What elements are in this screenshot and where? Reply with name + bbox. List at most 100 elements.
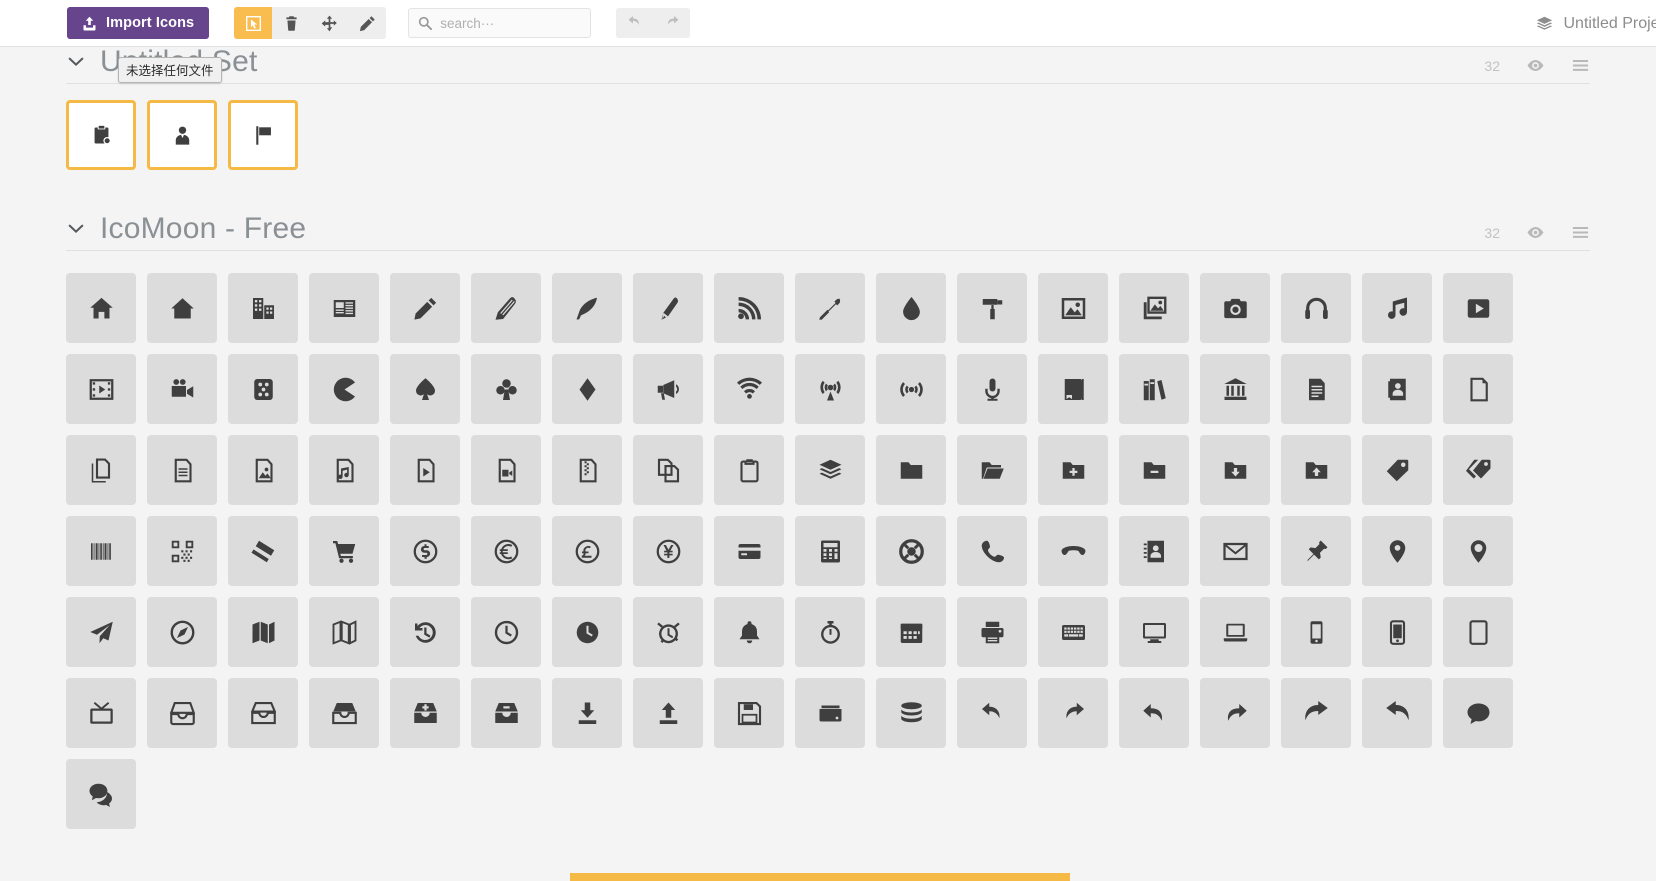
- icon-cell[interactable]: [633, 273, 703, 343]
- move-tool-button[interactable]: [310, 7, 349, 39]
- chevron-down-icon[interactable]: [66, 51, 86, 71]
- eye-icon[interactable]: [1526, 223, 1545, 242]
- icon-cell[interactable]: [1119, 273, 1189, 343]
- icon-cell[interactable]: [390, 354, 460, 424]
- search-box[interactable]: [408, 8, 592, 38]
- icon-cell[interactable]: [471, 273, 541, 343]
- icon-cell[interactable]: [957, 597, 1027, 667]
- icon-cell[interactable]: [714, 516, 784, 586]
- search-input[interactable]: [440, 15, 581, 31]
- icon-cell[interactable]: [1281, 597, 1351, 667]
- icon-cell[interactable]: [957, 678, 1027, 748]
- icon-cell[interactable]: [390, 597, 460, 667]
- icon-cell[interactable]: [1443, 678, 1513, 748]
- icon-cell[interactable]: [66, 354, 136, 424]
- icon-cell[interactable]: [309, 435, 379, 505]
- icon-cell[interactable]: [552, 435, 622, 505]
- icon-cell[interactable]: [147, 354, 217, 424]
- icon-cell[interactable]: [1200, 435, 1270, 505]
- selection-progress-bar[interactable]: [570, 873, 1070, 881]
- icon-cell[interactable]: [390, 678, 460, 748]
- icon-cell[interactable]: [1281, 354, 1351, 424]
- icon-cell[interactable]: [228, 516, 298, 586]
- icon-cell[interactable]: [1362, 516, 1432, 586]
- import-icons-button[interactable]: Import Icons: [67, 7, 210, 39]
- undo-button[interactable]: [616, 8, 654, 38]
- icon-cell[interactable]: [633, 435, 703, 505]
- icon-cell[interactable]: [714, 678, 784, 748]
- icon-cell[interactable]: [66, 100, 136, 170]
- icon-cell[interactable]: [1200, 516, 1270, 586]
- icon-cell[interactable]: [633, 354, 703, 424]
- icon-cell[interactable]: [390, 516, 460, 586]
- icon-cell[interactable]: [66, 759, 136, 829]
- icon-cell[interactable]: [714, 597, 784, 667]
- icon-cell[interactable]: [552, 516, 622, 586]
- icon-cell[interactable]: [1200, 678, 1270, 748]
- icon-cell[interactable]: [1200, 273, 1270, 343]
- icon-cell[interactable]: [1443, 597, 1513, 667]
- icon-cell[interactable]: [1362, 435, 1432, 505]
- icon-cell[interactable]: [633, 678, 703, 748]
- select-tool-button[interactable]: [234, 7, 273, 39]
- icon-cell[interactable]: [147, 435, 217, 505]
- icon-cell[interactable]: [795, 354, 865, 424]
- icon-cell[interactable]: [714, 354, 784, 424]
- icon-cell[interactable]: [1281, 516, 1351, 586]
- icon-cell[interactable]: [228, 597, 298, 667]
- icon-cell[interactable]: [147, 273, 217, 343]
- icon-cell[interactable]: [1119, 678, 1189, 748]
- icon-cell[interactable]: [552, 678, 622, 748]
- icon-cell[interactable]: [714, 273, 784, 343]
- icon-cell[interactable]: [876, 597, 946, 667]
- icon-cell[interactable]: [471, 516, 541, 586]
- icon-cell[interactable]: [957, 354, 1027, 424]
- icon-cell[interactable]: [147, 597, 217, 667]
- icon-cell[interactable]: [1119, 354, 1189, 424]
- icon-cell[interactable]: [471, 597, 541, 667]
- icon-cell[interactable]: [390, 435, 460, 505]
- icon-cell[interactable]: [228, 678, 298, 748]
- icon-cell[interactable]: [1362, 678, 1432, 748]
- icon-cell[interactable]: [66, 597, 136, 667]
- hamburger-menu-icon[interactable]: [1571, 56, 1590, 75]
- icon-cell[interactable]: [876, 678, 946, 748]
- icon-cell[interactable]: [66, 273, 136, 343]
- icon-cell[interactable]: [1119, 597, 1189, 667]
- icon-cell[interactable]: [1038, 516, 1108, 586]
- icon-cell[interactable]: [309, 516, 379, 586]
- eye-icon[interactable]: [1526, 56, 1545, 75]
- delete-tool-button[interactable]: [272, 7, 311, 39]
- icon-cell[interactable]: [1281, 273, 1351, 343]
- icon-cell[interactable]: [1443, 273, 1513, 343]
- hamburger-menu-icon[interactable]: [1571, 223, 1590, 242]
- icon-cell[interactable]: [552, 354, 622, 424]
- icon-cell[interactable]: [795, 273, 865, 343]
- icon-cell[interactable]: [1443, 354, 1513, 424]
- icon-cell[interactable]: [1281, 435, 1351, 505]
- icon-cell[interactable]: [471, 678, 541, 748]
- icon-cell[interactable]: [1119, 435, 1189, 505]
- icon-cell[interactable]: [957, 516, 1027, 586]
- icon-cell[interactable]: [876, 354, 946, 424]
- icon-cell[interactable]: [957, 435, 1027, 505]
- icon-cell[interactable]: [795, 678, 865, 748]
- redo-button[interactable]: [653, 8, 691, 38]
- icon-cell[interactable]: [471, 354, 541, 424]
- icon-cell[interactable]: [1200, 354, 1270, 424]
- icon-cell[interactable]: [795, 597, 865, 667]
- icon-cell[interactable]: [1038, 435, 1108, 505]
- icon-cell[interactable]: [228, 354, 298, 424]
- icon-cell[interactable]: [471, 435, 541, 505]
- icon-cell[interactable]: [795, 516, 865, 586]
- icon-cell[interactable]: [1038, 354, 1108, 424]
- icon-cell[interactable]: [309, 273, 379, 343]
- chevron-down-icon[interactable]: [66, 218, 86, 238]
- icon-cell[interactable]: [309, 597, 379, 667]
- icon-cell[interactable]: [147, 100, 217, 170]
- icon-cell[interactable]: [228, 100, 298, 170]
- icon-cell[interactable]: [228, 435, 298, 505]
- icon-cell[interactable]: [1443, 435, 1513, 505]
- icon-cell[interactable]: [876, 273, 946, 343]
- icon-cell[interactable]: [390, 273, 460, 343]
